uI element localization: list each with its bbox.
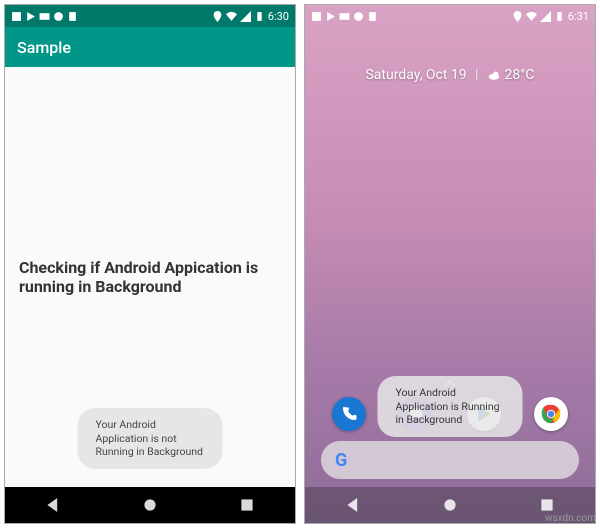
google-search-bar[interactable]: G [321,441,579,479]
status-bar: 6:31 [305,5,595,27]
back-button[interactable] [46,498,60,512]
phone-icon [340,405,358,423]
status-bar: 6:30 [5,5,295,27]
phone-right-home: 6:31 Saturday, Oct 19 | 28°C G Your Andr… [304,4,596,524]
back-button[interactable] [346,498,360,512]
circle-icon [353,11,364,22]
google-logo-icon: G [335,450,347,471]
date-text: Saturday, Oct 19 [365,67,466,83]
toast-message: Your Android Application is Running in B… [378,376,523,437]
date-weather-widget[interactable]: Saturday, Oct 19 | 28°C [305,67,595,83]
mail-icon [339,11,350,22]
cloud-icon [487,68,501,82]
app-bar-title: Sample [17,38,71,57]
mail-icon [39,11,50,22]
body-text: Checking if Android Appication is runnin… [19,258,281,296]
play-icon [25,11,36,22]
doc-icon [367,11,378,22]
square-icon [11,11,22,22]
toast-text: Your Android Application is Running in B… [396,386,500,426]
square-icon [311,11,322,22]
chrome-icon [540,403,562,425]
signal-icon [240,11,251,22]
toast-text: Your Android Application is not Running … [96,418,203,458]
home-button[interactable] [143,498,157,512]
wifi-icon [526,11,537,22]
wifi-icon [226,11,237,22]
dock-chrome-app[interactable] [534,397,568,431]
recent-button[interactable] [540,498,554,512]
weather-text: 28°C [504,67,534,83]
toast-message: Your Android Application is not Running … [78,408,223,469]
status-notification-icons [311,11,378,22]
navigation-bar [5,487,295,523]
status-system-icons: 6:30 [212,10,289,23]
phone-left-app: 6:30 Sample Checking if Android Appicati… [4,4,296,524]
clock: 6:31 [568,10,589,23]
signal-icon [540,11,551,22]
home-wallpaper-area[interactable] [305,83,595,380]
clock: 6:30 [268,10,289,23]
home-button[interactable] [443,498,457,512]
play-icon [325,11,336,22]
dock-phone-app[interactable] [332,397,366,431]
separator: | [475,67,478,83]
app-bar: Sample [5,27,295,67]
doc-icon [67,11,78,22]
navigation-bar [305,487,595,523]
battery-icon [254,11,265,22]
battery-icon [554,11,565,22]
status-notification-icons [11,11,78,22]
status-system-icons: 6:31 [512,10,589,23]
location-icon [212,11,223,22]
circle-icon [53,11,64,22]
recent-button[interactable] [240,498,254,512]
location-icon [512,11,523,22]
